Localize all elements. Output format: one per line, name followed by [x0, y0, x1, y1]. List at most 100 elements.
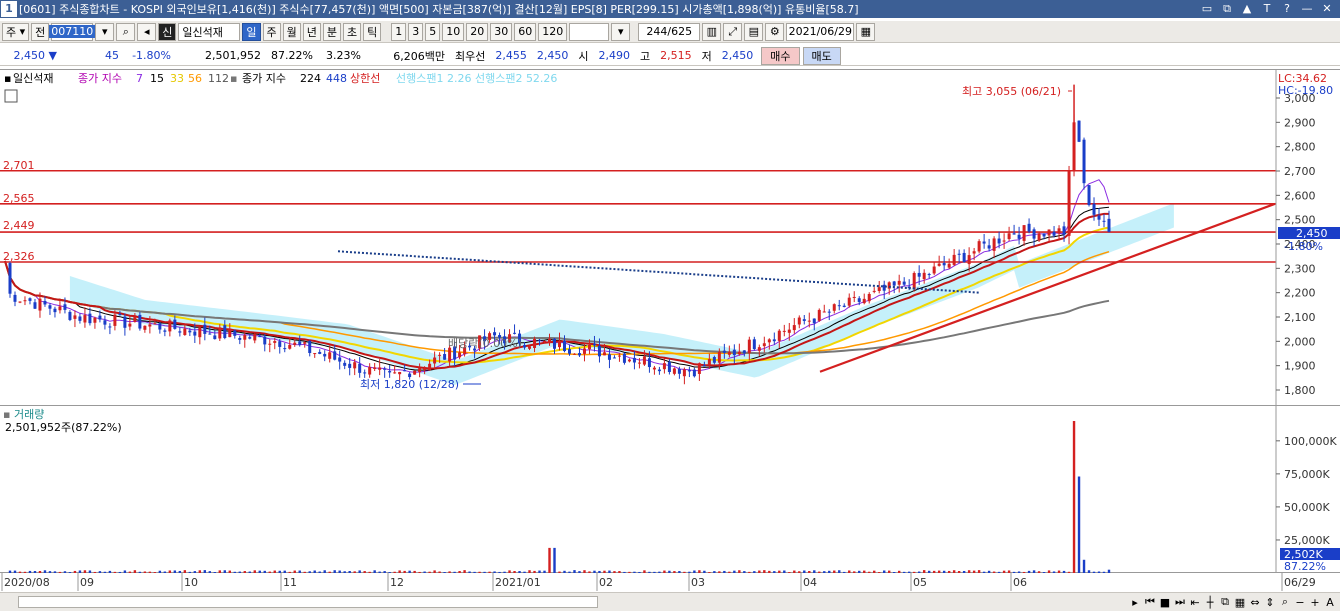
- candle-body: [802, 319, 806, 321]
- time-axis: 2020/08 09 10 11 12 2021/01 02 03 04 05 06 06/29: [0, 573, 1340, 591]
- horizontal-scrollbar[interactable]: [18, 596, 598, 608]
- calendar-icon[interactable]: ▦: [856, 22, 876, 41]
- interval-1[interactable]: 1: [391, 22, 407, 41]
- font-icon[interactable]: A: [1324, 596, 1336, 609]
- minimize-icon[interactable]: —: [1300, 2, 1314, 16]
- period-day[interactable]: 일: [242, 22, 261, 41]
- candle-body: [587, 344, 591, 350]
- chart-settings-icon[interactable]: [4, 89, 18, 103]
- interval-120[interactable]: 120: [538, 22, 568, 41]
- interval-10[interactable]: 10: [442, 22, 465, 41]
- speaker-icon[interactable]: ◂: [137, 22, 157, 41]
- layout-icon[interactable]: ⧉: [1219, 595, 1231, 609]
- candle-body: [867, 294, 871, 302]
- candle-body: [288, 344, 292, 349]
- forward-icon[interactable]: ⏭: [1174, 595, 1186, 609]
- candle-body: [308, 340, 312, 354]
- candle-body: [812, 318, 816, 324]
- jeon-button[interactable]: 전: [31, 22, 50, 41]
- turnover: 3.23%: [326, 49, 361, 62]
- price-tick-label: 2,900: [1284, 116, 1316, 129]
- sell-button[interactable]: 매도: [802, 46, 841, 65]
- plus-icon[interactable]: +: [1309, 596, 1321, 609]
- time-tick-label: 05: [913, 576, 927, 589]
- copy-icon[interactable]: ⧉: [1220, 2, 1234, 16]
- dropdown-icon[interactable]: ▾: [95, 22, 115, 41]
- search-icon[interactable]: ⌕: [116, 22, 136, 41]
- scroll-right-icon[interactable]: ▸: [1129, 596, 1141, 609]
- chevron-down-icon[interactable]: ▾: [611, 22, 631, 41]
- volume-chart[interactable]: ▪ 거래량 2,501,952주(87.22%) 100,000K 75,000K…: [0, 407, 1340, 573]
- close-icon[interactable]: ✕: [1320, 2, 1334, 16]
- magnify-icon[interactable]: ⌕: [1279, 595, 1291, 609]
- candle-body: [108, 326, 112, 328]
- zoom-icon[interactable]: ⤢: [723, 22, 743, 41]
- candle-body: [1042, 233, 1046, 237]
- candle-body: [822, 311, 826, 313]
- candle-body: [1062, 226, 1066, 235]
- candle-body: [1027, 223, 1031, 232]
- candle-body: [687, 370, 691, 372]
- candle-body: [263, 336, 267, 345]
- gear-icon[interactable]: ⚙: [765, 22, 785, 41]
- candle-body: [1037, 233, 1041, 241]
- time-tick-label: 12: [390, 576, 404, 589]
- count-field[interactable]: 244/625: [638, 22, 701, 41]
- stock-code-input[interactable]: 007110: [49, 22, 96, 41]
- interval-custom-input[interactable]: [569, 22, 610, 41]
- grid-icon[interactable]: ▦: [1234, 596, 1246, 609]
- current-rate-tag: -1.80%: [1284, 240, 1323, 253]
- period-week[interactable]: 주: [262, 22, 281, 41]
- ruler-icon[interactable]: ┼: [1204, 596, 1216, 609]
- price-chart[interactable]: ▪ 일신석재 종가 지수 7 15 33 56 112 ▪ 종가 지수 224 …: [0, 70, 1340, 407]
- period-second[interactable]: 초: [343, 22, 362, 41]
- time-axis-svg: 2020/08 09 10 11 12 2021/01 02 03 04 05 06 06/29: [1, 573, 1316, 591]
- stock-name-field[interactable]: 일신석재: [178, 22, 241, 41]
- time-tick-label: 10: [184, 576, 198, 589]
- candle-body: [837, 305, 841, 307]
- volume-panel[interactable]: ▪ 거래량 2,501,952주(87.22%) 100,000K 75,000K…: [0, 407, 1340, 573]
- candle-body: [1047, 229, 1051, 236]
- scale-icon[interactable]: ⇕: [1264, 596, 1276, 609]
- pin-icon[interactable]: ▲: [1240, 2, 1254, 16]
- minus-icon[interactable]: −: [1294, 596, 1306, 609]
- interval-5[interactable]: 5: [425, 22, 441, 41]
- period-minute[interactable]: 분: [322, 22, 342, 41]
- buy-button[interactable]: 매수: [761, 46, 800, 65]
- candlesticks: [8, 84, 1111, 385]
- candle-body: [617, 355, 621, 357]
- candle-body: [832, 304, 836, 311]
- candle-body: [1092, 203, 1096, 215]
- period-year[interactable]: 년: [302, 22, 321, 41]
- help-icon[interactable]: ?: [1280, 2, 1294, 16]
- period-tick[interactable]: 틱: [363, 22, 382, 41]
- chart-type-icon[interactable]: ▥: [702, 22, 722, 41]
- date-field[interactable]: 2021/06/29: [786, 22, 855, 41]
- candle-body: [732, 349, 736, 356]
- rewind-icon[interactable]: ⏮: [1144, 595, 1156, 609]
- arrows-icon[interactable]: ⇔: [1249, 596, 1261, 609]
- text-icon[interactable]: T: [1260, 2, 1274, 16]
- restore-icon[interactable]: ▭: [1200, 2, 1214, 16]
- stop-icon[interactable]: ■: [1159, 596, 1171, 609]
- current-price-tag: 2,450: [1296, 227, 1328, 240]
- price-panel[interactable]: ▪ 일신석재 종가 지수 7 15 33 56 112 ▪ 종가 지수 224 …: [0, 69, 1340, 407]
- interval-20[interactable]: 20: [466, 22, 489, 41]
- market-select[interactable]: 주 ▾: [2, 22, 30, 41]
- save-icon[interactable]: ▤: [744, 22, 764, 41]
- legend-ma2-label: 종가 지수: [242, 72, 286, 85]
- compress-icon[interactable]: ⇤: [1189, 596, 1201, 609]
- interval-3[interactable]: 3: [408, 22, 424, 41]
- volume: 2,501,952: [205, 49, 261, 62]
- time-tick-label: 03: [691, 576, 705, 589]
- interval-30[interactable]: 30: [490, 22, 513, 41]
- candle-body: [218, 327, 222, 339]
- candle-body: [123, 316, 127, 328]
- period-month[interactable]: 월: [282, 22, 301, 41]
- candle-body: [817, 309, 821, 321]
- candle-body: [528, 346, 532, 349]
- candle-body: [253, 334, 257, 341]
- legend-ma-7: 7: [136, 72, 143, 85]
- candle-body: [348, 363, 352, 368]
- interval-60[interactable]: 60: [514, 22, 537, 41]
